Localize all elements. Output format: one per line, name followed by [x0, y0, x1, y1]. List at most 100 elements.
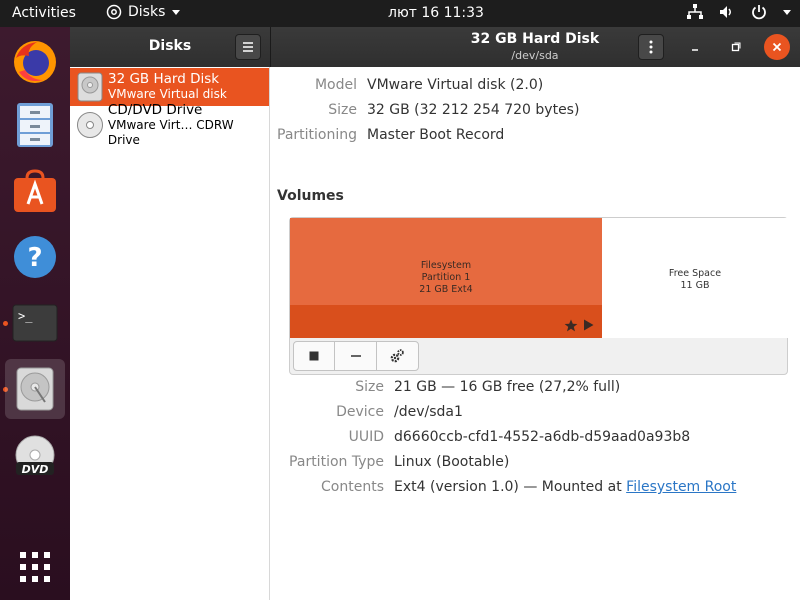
- disk-list-item[interactable]: 32 GB Hard Disk VMware Virtual disk: [70, 68, 269, 106]
- device-label: Device: [336, 404, 384, 420]
- hard-disk-icon: [16, 367, 54, 411]
- dock: ? >_ DVD: [0, 27, 70, 600]
- drive-options-button[interactable]: [638, 34, 664, 60]
- app-grid-icon: [20, 552, 50, 582]
- partition-number-text: Partition 1: [421, 272, 471, 283]
- uuid-label: UUID: [348, 429, 384, 445]
- partition-label: Filesystem Partition 1 21 GB Ext4: [290, 260, 602, 296]
- help-icon: ?: [14, 236, 56, 278]
- svg-text:?: ?: [27, 243, 42, 273]
- dock-disks[interactable]: [5, 359, 65, 419]
- size-value: 32 GB (32 212 254 720 bytes): [367, 102, 580, 118]
- software-store-icon: [14, 169, 56, 212]
- volume-toolbar: [293, 341, 419, 371]
- dvd-icon: DVD: [15, 435, 55, 476]
- partition-1-block[interactable]: Filesystem Partition 1 21 GB Ext4: [290, 218, 602, 338]
- disk-description: VMware Virt… CDRW Drive: [107, 117, 234, 147]
- minus-icon: [350, 355, 361, 357]
- system-tray[interactable]: [686, 3, 792, 21]
- vertical-ellipsis-icon: [649, 40, 653, 54]
- maximize-icon: [731, 42, 741, 52]
- contents-label: Contents: [321, 479, 384, 495]
- minimize-button[interactable]: [682, 34, 708, 60]
- dock-dvd[interactable]: DVD: [5, 427, 65, 487]
- dock-firefox[interactable]: [5, 32, 65, 92]
- partition-usage-band: [290, 305, 602, 338]
- partition-type-value: Linux (Bootable): [394, 454, 510, 470]
- size-row: Size 32 GB (32 212 254 720 bytes): [271, 102, 579, 118]
- partitioning-row: Partitioning Master Boot Record: [271, 127, 504, 143]
- close-icon: [772, 42, 782, 52]
- close-button[interactable]: [764, 34, 790, 60]
- terminal-icon: >_: [12, 304, 58, 342]
- firefox-icon: [14, 41, 56, 83]
- model-label: Model: [314, 77, 357, 93]
- unmount-button[interactable]: [294, 342, 336, 370]
- header-bar: Disks 32 GB Hard Disk /dev/sda: [70, 27, 800, 67]
- disks-window: Disks 32 GB Hard Disk /dev/sda 32 GB Har…: [70, 27, 800, 600]
- hamburger-icon: [243, 42, 253, 52]
- top-bar: Activities Disks лют 16 11:33: [0, 0, 800, 27]
- free-space-block[interactable]: Free Space 11 GB: [602, 218, 788, 338]
- disk-list: 32 GB Hard Disk VMware Virtual disk CD/D…: [70, 67, 270, 600]
- activities-button[interactable]: Activities: [12, 5, 76, 21]
- partition-size-row: Size 21 GB — 16 GB free (27,2% full): [271, 379, 620, 395]
- partition-type-row: Partition Type Linux (Bootable): [271, 454, 509, 470]
- volume-icon: [720, 6, 731, 18]
- dock-terminal[interactable]: >_: [5, 293, 65, 353]
- play-icon: [584, 319, 594, 331]
- mount-point-link[interactable]: Filesystem Root: [626, 479, 736, 495]
- disks-app-icon: [106, 4, 122, 20]
- app-menu[interactable]: Disks: [106, 4, 181, 20]
- free-space-size: 11 GB: [680, 280, 710, 291]
- network-icon: [687, 4, 703, 19]
- disk-name: CD/DVD Drive: [107, 101, 203, 118]
- free-space-title: Free Space: [668, 268, 722, 279]
- partition-size-label: Size: [355, 379, 384, 395]
- app-menu-label: Disks: [128, 4, 166, 20]
- dock-software[interactable]: [5, 161, 65, 221]
- device-row: Device /dev/sda1: [271, 404, 463, 420]
- header-divider: [270, 27, 271, 67]
- caret-down-icon: [172, 10, 181, 15]
- partition-size-value: 21 GB — 16 GB free (27,2% full): [394, 379, 621, 395]
- volume-map: Filesystem Partition 1 21 GB Ext4 Free S…: [289, 217, 788, 375]
- show-applications-button[interactable]: [5, 537, 65, 597]
- hard-disk-icon: [74, 71, 106, 103]
- device-value: /dev/sda1: [394, 404, 463, 420]
- model-value: VMware Virtual disk (2.0): [367, 77, 544, 93]
- partition-options-button[interactable]: [377, 342, 418, 370]
- clock[interactable]: лют 16 11:33: [388, 5, 484, 21]
- partition-type-text: Filesystem: [420, 260, 472, 271]
- volumes-heading: Volumes: [277, 188, 344, 204]
- partition-type-label: Partition Type: [289, 454, 384, 470]
- disks-menu-button[interactable]: [235, 34, 261, 60]
- dock-help[interactable]: ?: [5, 227, 65, 287]
- stop-icon: [309, 351, 319, 361]
- file-cabinet-icon: [17, 103, 53, 147]
- contents-value: Ext4 (version 1.0) — Mounted at Filesyst…: [394, 479, 736, 495]
- disk-list-item[interactable]: CD/DVD Drive VMware Virt… CDRW Drive: [70, 101, 269, 147]
- optical-disc-icon: [74, 109, 106, 141]
- maximize-button[interactable]: [723, 34, 749, 60]
- dock-files[interactable]: [5, 95, 65, 155]
- disk-details: Model VMware Virtual disk (2.0) Size 32 …: [271, 67, 800, 600]
- terminal-glyph: >_: [18, 309, 33, 323]
- window-title: 32 GB Hard Disk: [470, 31, 600, 47]
- disk-name: 32 GB Hard Disk: [108, 71, 220, 87]
- contents-row: Contents Ext4 (version 1.0) — Mounted at…: [271, 479, 736, 495]
- free-space-label: Free Space 11 GB: [602, 268, 788, 292]
- delete-partition-button[interactable]: [335, 342, 377, 370]
- gears-icon: [391, 349, 405, 363]
- partition-size-text: 21 GB Ext4: [419, 284, 473, 295]
- size-label: Size: [328, 102, 357, 118]
- partitioning-value: Master Boot Record: [367, 127, 505, 143]
- minimize-icon: [692, 49, 698, 51]
- caret-down-icon: [783, 10, 791, 15]
- uuid-value: d6660ccb-cfd1-4552-a6db-d59aad0a93b8: [394, 429, 691, 445]
- dvd-label: DVD: [22, 463, 49, 476]
- star-icon: [564, 319, 578, 332]
- partitioning-label: Partitioning: [277, 127, 357, 143]
- contents-text: Ext4 (version 1.0) — Mounted at: [394, 479, 627, 495]
- disk-description: VMware Virtual disk: [108, 87, 227, 101]
